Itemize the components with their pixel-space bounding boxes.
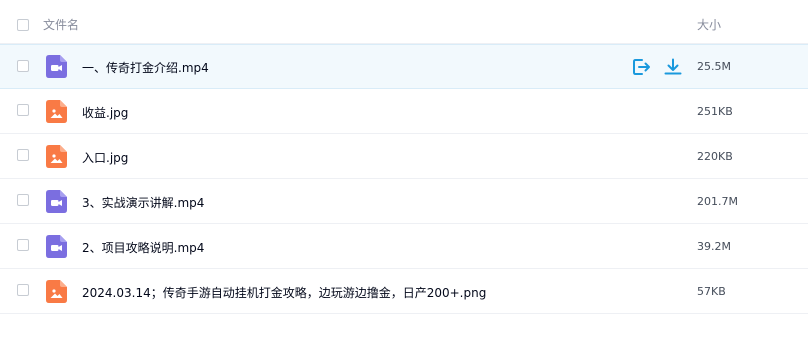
video-file-icon <box>46 55 67 78</box>
file-size: 251KB <box>697 105 733 118</box>
file-size: 25.5M <box>697 60 731 73</box>
row-checkbox[interactable] <box>17 239 29 251</box>
file-name[interactable]: 入口.jpg <box>82 149 128 166</box>
file-size: 39.2M <box>697 240 731 253</box>
row-checkbox[interactable] <box>17 60 29 72</box>
row-checkbox[interactable] <box>17 284 29 296</box>
file-name[interactable]: 一、传奇打金介绍.mp4 <box>82 59 209 76</box>
row-checkbox[interactable] <box>17 104 29 116</box>
file-size: 201.7M <box>697 195 738 208</box>
file-name[interactable]: 收益.jpg <box>82 104 128 121</box>
file-name[interactable]: 2、项目攻略说明.mp4 <box>82 239 204 256</box>
file-row[interactable]: 3、实战演示讲解.mp4 201.7M <box>0 179 808 224</box>
video-file-icon <box>46 190 67 213</box>
image-file-icon <box>46 280 67 303</box>
image-file-icon <box>46 100 67 123</box>
file-row[interactable]: 收益.jpg 251KB <box>0 89 808 134</box>
file-name[interactable]: 3、实战演示讲解.mp4 <box>82 194 204 211</box>
download-icon[interactable] <box>663 57 683 77</box>
file-row[interactable]: 入口.jpg 220KB <box>0 134 808 179</box>
file-row[interactable]: 2024.03.14；传奇手游自动挂机打金攻略，边玩游边撸金，日产200+.pn… <box>0 269 808 314</box>
row-checkbox[interactable] <box>17 149 29 161</box>
row-checkbox[interactable] <box>17 194 29 206</box>
file-row[interactable]: 一、传奇打金介绍.mp4 25.5M <box>0 44 808 89</box>
file-name[interactable]: 2024.03.14；传奇手游自动挂机打金攻略，边玩游边撸金，日产200+.pn… <box>82 284 486 301</box>
column-header-size[interactable]: 大小 <box>697 16 721 33</box>
video-file-icon <box>46 235 67 258</box>
file-size: 57KB <box>697 285 726 298</box>
image-file-icon <box>46 145 67 168</box>
file-size: 220KB <box>697 150 733 163</box>
file-list: 文件名 大小 一、传奇打金介绍.mp4 25.5M 收益.jpg 251KB 入… <box>0 0 808 314</box>
file-row[interactable]: 2、项目攻略说明.mp4 39.2M <box>0 224 808 269</box>
column-header-name[interactable]: 文件名 <box>43 16 79 33</box>
open-icon[interactable] <box>631 57 651 77</box>
select-all-checkbox[interactable] <box>17 19 29 31</box>
file-list-header: 文件名 大小 <box>0 0 808 44</box>
